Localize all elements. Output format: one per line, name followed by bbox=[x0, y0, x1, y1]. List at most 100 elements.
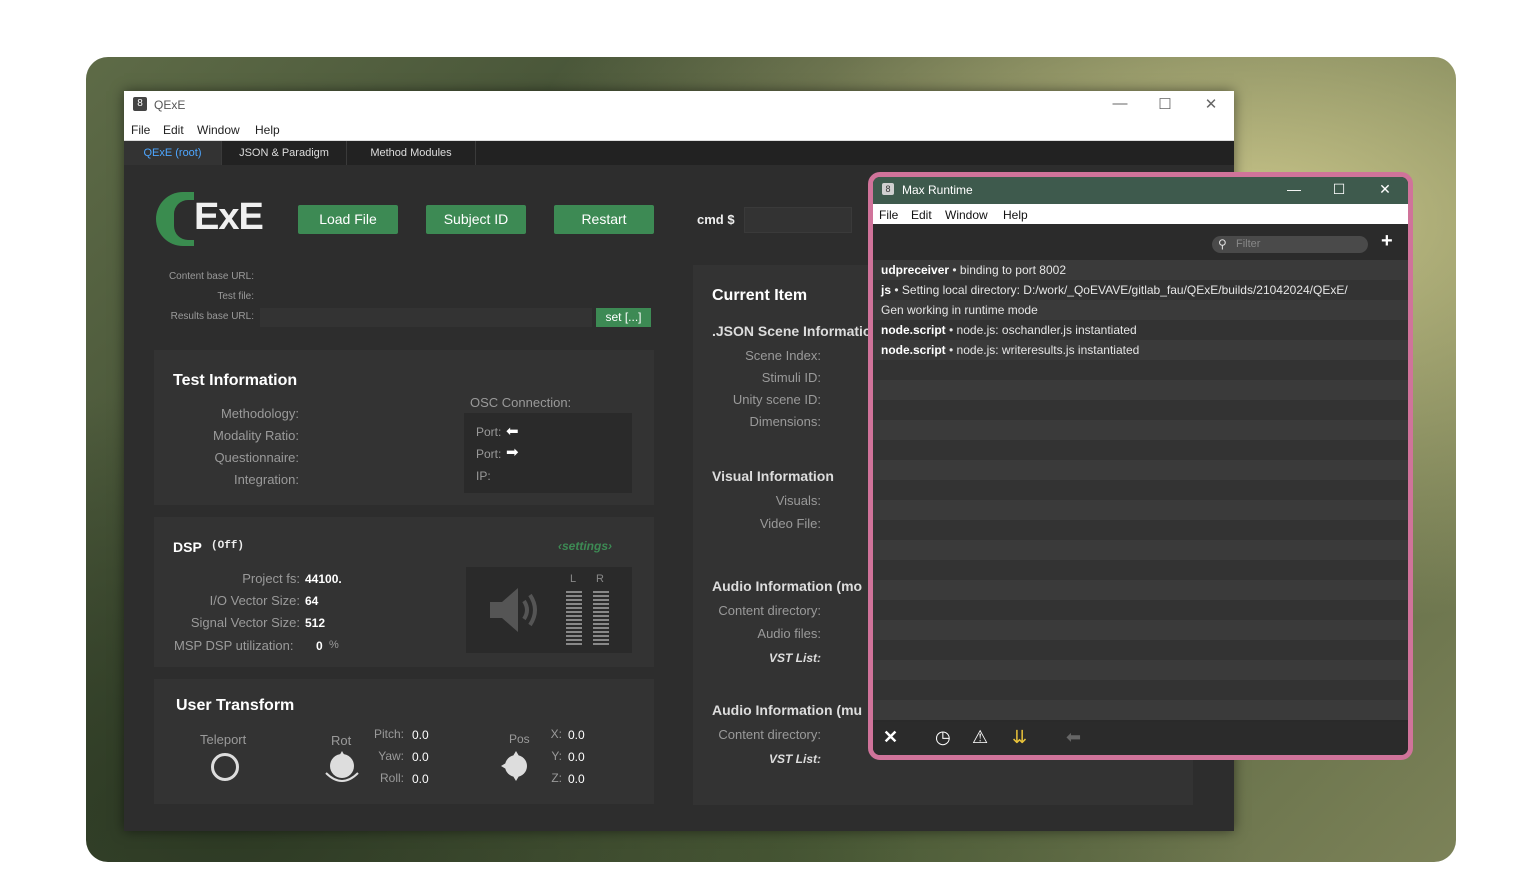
teleport-label: Teleport bbox=[200, 732, 247, 747]
video-file-label: Video File: bbox=[759, 516, 821, 531]
x-label: X: bbox=[550, 727, 562, 741]
log-row[interactable]: js • Setting local directory: D:/work/_Q… bbox=[873, 280, 1408, 300]
max-title-bar: 8 Max Runtime — ☐ ✕ bbox=[873, 177, 1408, 204]
visuals-label: Visuals: bbox=[775, 493, 821, 508]
tab-json-paradigm[interactable]: JSON & Paradigm bbox=[222, 141, 347, 165]
menu-help[interactable]: Help bbox=[1003, 208, 1028, 222]
menu-window[interactable]: Window bbox=[945, 208, 988, 222]
empty-row bbox=[873, 400, 1408, 420]
pitch-value: 0.0 bbox=[412, 728, 429, 742]
max-toolbar: ⚲ Filter + bbox=[873, 224, 1408, 260]
position-pad-icon[interactable] bbox=[499, 749, 533, 783]
max-runtime-window: 8 Max Runtime — ☐ ✕ File Edit Window Hel… bbox=[868, 172, 1413, 760]
meter-right-label: R bbox=[596, 573, 604, 585]
questionnaire-label: Questionnaire: bbox=[214, 450, 299, 465]
dsp-title: DSP bbox=[173, 539, 202, 555]
clear-icon[interactable]: ✕ bbox=[883, 727, 898, 748]
io-vector-label: I/O Vector Size: bbox=[209, 593, 300, 608]
vst-list-label: VST List: bbox=[768, 651, 821, 665]
integration-label: Integration: bbox=[233, 472, 299, 487]
results-url-label: Results base URL: bbox=[170, 311, 254, 322]
maximize-icon[interactable]: ☐ bbox=[1155, 95, 1175, 113]
user-transform-title: User Transform bbox=[176, 697, 295, 714]
maximize-icon[interactable]: ☐ bbox=[1330, 181, 1348, 198]
modality-ratio-label: Modality Ratio: bbox=[213, 428, 299, 443]
qexe-logo: ExE bbox=[156, 190, 266, 250]
test-info-title: Test Information bbox=[173, 372, 298, 389]
subject-id-button[interactable]: Subject ID bbox=[426, 205, 526, 234]
scroll-bottom-icon[interactable]: ⇊ bbox=[1012, 727, 1027, 748]
empty-row bbox=[873, 700, 1408, 720]
filter-placeholder: Filter bbox=[1236, 238, 1261, 250]
menu-window[interactable]: Window bbox=[197, 123, 240, 137]
log-row[interactable]: node.script • node.js: writeresults.js i… bbox=[873, 340, 1408, 360]
empty-row bbox=[873, 600, 1408, 620]
dsp-util-label: MSP DSP utilization: bbox=[174, 638, 294, 653]
close-icon[interactable]: ✕ bbox=[1376, 181, 1394, 198]
warning-icon[interactable]: ⚠ bbox=[972, 727, 988, 748]
tab-qexe-root[interactable]: QExE (root) bbox=[124, 141, 222, 165]
menu-file[interactable]: File bbox=[879, 208, 898, 222]
osc-box: Port: ⬅ Port: ➡ IP: bbox=[464, 413, 632, 493]
filter-input[interactable]: ⚲ Filter bbox=[1212, 236, 1368, 253]
empty-row bbox=[873, 360, 1408, 380]
tab-method-modules[interactable]: Method Modules bbox=[347, 141, 476, 165]
menu-edit[interactable]: Edit bbox=[911, 208, 932, 222]
log-row[interactable]: Gen working in runtime mode bbox=[873, 300, 1408, 320]
y-label: Y: bbox=[551, 749, 562, 763]
test-file-label: Test file: bbox=[217, 291, 254, 302]
set-url-button[interactable]: set [...] bbox=[596, 308, 651, 327]
io-vector-value: 64 bbox=[305, 594, 319, 608]
empty-row bbox=[873, 560, 1408, 580]
z-value: 0.0 bbox=[568, 772, 585, 786]
console-log: udpreceiver • binding to port 8002 js • … bbox=[873, 260, 1408, 720]
close-icon[interactable]: ✕ bbox=[1201, 95, 1221, 113]
window-title: QExE bbox=[154, 98, 186, 112]
empty-row bbox=[873, 500, 1408, 520]
current-item-title: Current Item bbox=[712, 287, 808, 304]
scene-index-label: Scene Index: bbox=[745, 348, 821, 363]
results-url-input[interactable] bbox=[260, 308, 592, 327]
meter-left-label: L bbox=[570, 573, 577, 585]
empty-row bbox=[873, 520, 1408, 540]
search-icon: ⚲ bbox=[1218, 237, 1227, 251]
minimize-icon[interactable]: — bbox=[1285, 181, 1303, 197]
speaker-box: L R bbox=[466, 567, 632, 653]
load-file-button[interactable]: Load File bbox=[298, 205, 398, 234]
empty-row bbox=[873, 480, 1408, 500]
clock-icon[interactable]: ◷ bbox=[935, 727, 951, 748]
empty-row bbox=[873, 420, 1408, 440]
arrow-right-icon: ➡ bbox=[506, 444, 519, 461]
content-dir-label: Content directory: bbox=[718, 603, 821, 618]
speaker-icon[interactable] bbox=[488, 585, 544, 635]
user-transform-panel: User Transform Teleport Rot Pitch: 0.0 Y… bbox=[154, 679, 654, 804]
meter-right bbox=[593, 591, 609, 647]
menu-help[interactable]: Help bbox=[255, 123, 280, 137]
dsp-panel: DSP (Off) ‹settings› Project fs: 44100. … bbox=[154, 517, 654, 667]
back-arrow-icon[interactable]: ⬅ bbox=[1066, 727, 1081, 748]
dsp-state: (Off) bbox=[211, 540, 245, 552]
log-row[interactable]: node.script • node.js: oschandler.js ins… bbox=[873, 320, 1408, 340]
dimensions-label: Dimensions: bbox=[749, 414, 821, 429]
dsp-settings-link[interactable]: ‹settings› bbox=[558, 539, 612, 553]
json-scene-header: .JSON Scene Informatio bbox=[712, 323, 872, 339]
menu-file[interactable]: File bbox=[131, 123, 150, 137]
max-menu-bar: File Edit Window Help bbox=[873, 204, 1408, 224]
audio-files-label: Audio files: bbox=[757, 626, 821, 641]
minimize-icon[interactable]: — bbox=[1110, 95, 1130, 112]
empty-row bbox=[873, 640, 1408, 660]
audio-multi-header: Audio Information (mu bbox=[712, 702, 863, 718]
add-icon[interactable]: + bbox=[1381, 230, 1393, 253]
empty-row bbox=[873, 440, 1408, 460]
roll-value: 0.0 bbox=[412, 772, 429, 786]
empty-row bbox=[873, 580, 1408, 600]
port-in-label: Port: bbox=[476, 425, 502, 439]
restart-button[interactable]: Restart bbox=[554, 205, 654, 234]
cmd-input[interactable] bbox=[744, 207, 852, 233]
log-row[interactable]: udpreceiver • binding to port 8002 bbox=[873, 260, 1408, 280]
tab-bar: QExE (root) JSON & Paradigm Method Modul… bbox=[124, 141, 1234, 165]
max-footer-toolbar: ✕ ◷ ⚠ ⇊ ⬅ bbox=[873, 722, 1408, 755]
menu-edit[interactable]: Edit bbox=[163, 123, 184, 137]
port-out-label: Port: bbox=[476, 447, 502, 461]
teleport-button[interactable] bbox=[211, 753, 239, 781]
